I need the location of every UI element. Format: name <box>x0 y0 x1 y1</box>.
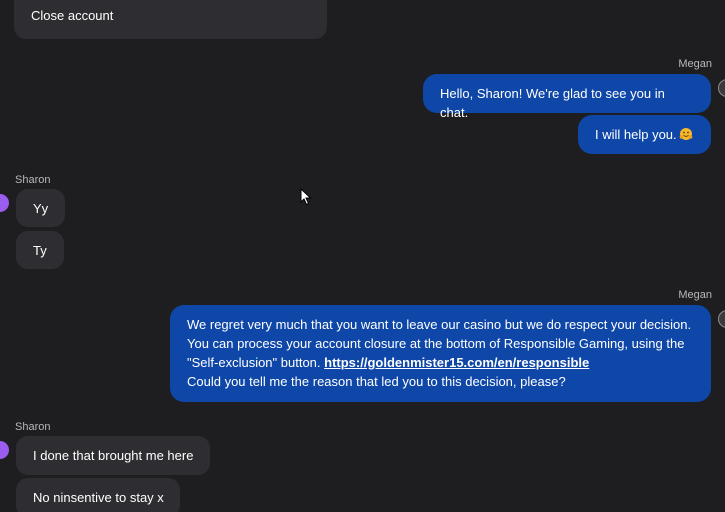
sender-name-agent: Megan <box>678 58 712 70</box>
message-bubble-yy: Yy <box>16 189 65 227</box>
message-text: No ninsentive to stay x <box>33 490 164 505</box>
mouse-pointer-icon <box>300 187 312 211</box>
chat-transcript: Close account Megan Hello, Sharon! We're… <box>0 0 725 512</box>
message-text: Ty <box>33 243 47 258</box>
message-bubble-no-incentive: No ninsentive to stay x <box>16 478 180 512</box>
message-text: "Self-exclusion" button. <box>187 355 325 370</box>
sender-name-agent: Megan <box>678 289 712 301</box>
message-text: Yy <box>33 201 49 216</box>
message-bubble-help: I will help you. <box>578 115 711 154</box>
message-line: We regret very much that you want to lea… <box>187 317 692 332</box>
message-bubble-ty: Ty <box>16 231 64 269</box>
message-text: I will help you. <box>595 127 677 142</box>
message-bubble-closure-info: We regret very much that you want to lea… <box>170 305 711 402</box>
sender-name-user: Sharon <box>15 421 51 433</box>
message-text: I done that brought me here <box>33 448 194 463</box>
sender-name-user: Sharon <box>15 174 51 186</box>
message-text: Close account <box>31 8 114 23</box>
hugging-face-icon <box>679 127 693 146</box>
responsible-gaming-link[interactable]: https://goldenmister15.com/en/responsibl… <box>324 355 589 370</box>
message-line: "Self-exclusion" button. https://goldenm… <box>187 353 694 372</box>
agent-avatar <box>718 310 725 328</box>
user-avatar <box>0 194 9 212</box>
user-avatar <box>0 441 9 459</box>
agent-avatar <box>718 79 725 97</box>
message-line: You can process your account closure at … <box>187 336 685 351</box>
message-bubble-greeting: Hello, Sharon! We're glad to see you in … <box>423 74 711 120</box>
message-line: Could you tell me the reason that led yo… <box>187 374 566 389</box>
message-bubble-close-account: Close account <box>14 0 327 39</box>
message-bubble-done: I done that brought me here <box>16 436 210 475</box>
